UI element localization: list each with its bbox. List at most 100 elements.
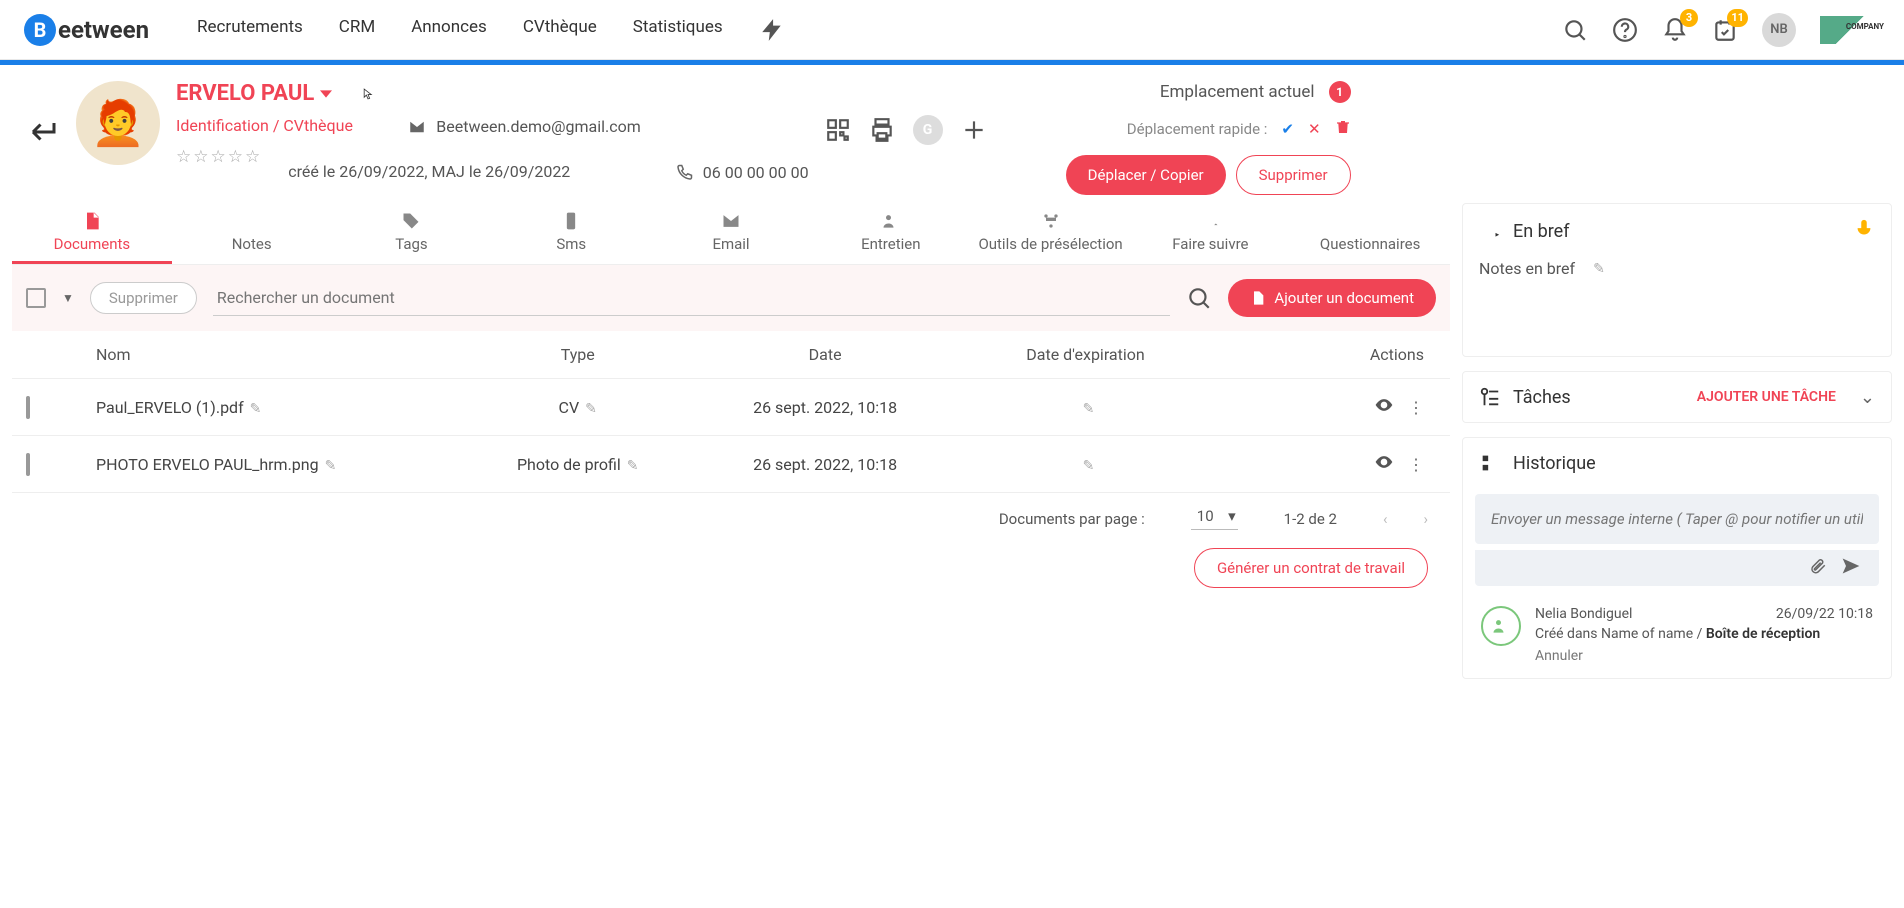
candidate-name-text: ERVELO PAUL: [176, 81, 314, 106]
qr-icon[interactable]: [825, 117, 851, 143]
tab-email[interactable]: Email: [651, 203, 811, 264]
edit-icon[interactable]: ✎: [627, 458, 639, 474]
th-exp[interactable]: Date d'expiration: [955, 345, 1215, 364]
candidate-email[interactable]: Beetween.demo@gmail.com: [436, 117, 641, 136]
check-icon[interactable]: ✔: [1281, 120, 1294, 138]
candidate-name[interactable]: ERVELO PAUL: [176, 81, 374, 106]
th-type[interactable]: Type: [461, 345, 695, 364]
tab-preselection[interactable]: Outils de présélection: [971, 203, 1131, 264]
tasks-icon: [1479, 386, 1501, 408]
add-document-button[interactable]: Ajouter un document: [1228, 279, 1436, 317]
task-icon[interactable]: 11: [1712, 17, 1738, 43]
tab-questionnaires[interactable]: Questionnaires: [1290, 203, 1450, 264]
candidate-header: 🧑‍🦰 ERVELO PAUL Identification / CVthèqu…: [12, 65, 1892, 199]
tabs: Documents Notes Tags Sms Email Entretien…: [12, 203, 1450, 265]
mic-icon[interactable]: [1853, 218, 1875, 245]
tab-documents[interactable]: Documents: [12, 203, 172, 264]
edit-icon[interactable]: ✎: [1083, 401, 1095, 417]
history-card: Historique Nelia Bondiguel 26/09/22 10:18…: [1462, 437, 1892, 679]
brand-text: eetween: [58, 16, 149, 44]
edit-icon[interactable]: ✎: [250, 401, 262, 417]
internal-message-input[interactable]: [1475, 494, 1879, 544]
edit-icon[interactable]: ✎: [1083, 458, 1095, 474]
trash-icon[interactable]: [1335, 119, 1351, 139]
send-icon[interactable]: [1841, 556, 1861, 580]
bolt-icon[interactable]: [759, 17, 785, 43]
search-input[interactable]: [213, 280, 1171, 316]
history-title: Historique: [1513, 453, 1596, 474]
next-page[interactable]: ›: [1423, 510, 1428, 528]
more-icon[interactable]: ⋮: [1408, 398, 1424, 417]
th-date[interactable]: Date: [695, 345, 955, 364]
edit-icon[interactable]: ✎: [1593, 261, 1605, 277]
print-icon[interactable]: [869, 117, 895, 143]
back-icon[interactable]: [24, 111, 60, 147]
logo[interactable]: B eetween: [24, 14, 149, 46]
help-icon[interactable]: [1612, 17, 1638, 43]
nav-cvtheque[interactable]: CVthèque: [523, 17, 597, 43]
tab-sms[interactable]: Sms: [491, 203, 651, 264]
candidate-created: créé le 26/09/2022, MAJ le 26/09/2022: [288, 162, 570, 181]
generate-contract-button[interactable]: Générer un contrat de travail: [1194, 548, 1428, 588]
page-range: 1-2 de 2: [1284, 510, 1337, 528]
file-name[interactable]: PHOTO ERVELO PAUL_hrm.png: [96, 455, 319, 474]
documents-toolbar: ▼ Supprimer Ajouter un document: [12, 265, 1450, 331]
pagination: Documents par page : 10 1-2 de 2 ‹›: [12, 493, 1450, 544]
source-link[interactable]: Identification / CVthèque: [176, 116, 374, 135]
attach-icon[interactable]: [1809, 557, 1827, 579]
company-logo[interactable]: [1820, 16, 1880, 44]
candidate-phone[interactable]: 06 00 00 00 00: [703, 163, 809, 182]
nav-statistiques[interactable]: Statistiques: [633, 17, 723, 43]
brief-icon: [1479, 221, 1501, 243]
placement-label: Emplacement actuel: [1160, 82, 1315, 102]
add-doc-icon: [1250, 290, 1266, 306]
tasks-title: Tâches: [1513, 387, 1571, 408]
tab-entretien[interactable]: Entretien: [811, 203, 971, 264]
delete-selected-button[interactable]: Supprimer: [90, 282, 197, 314]
more-icon[interactable]: ⋮: [1408, 455, 1424, 474]
x-icon[interactable]: ✕: [1308, 120, 1321, 138]
brief-title: En bref: [1513, 221, 1569, 242]
edit-icon[interactable]: ✎: [325, 458, 337, 474]
select-all-checkbox[interactable]: [26, 288, 46, 308]
delete-button[interactable]: Supprimer: [1236, 155, 1351, 195]
add-task-button[interactable]: AJOUTER UNE TÂCHE: [1697, 389, 1836, 405]
prev-page[interactable]: ‹: [1383, 510, 1388, 528]
nav-annonces[interactable]: Annonces: [411, 17, 487, 43]
row-checkbox[interactable]: [26, 453, 30, 476]
plus-icon[interactable]: [961, 117, 987, 143]
tab-notes[interactable]: Notes: [172, 203, 332, 264]
chevron-down-icon[interactable]: ▼: [62, 291, 74, 305]
bell-icon[interactable]: 3: [1662, 17, 1688, 43]
main-nav: Recrutements CRM Annonces CVthèque Stati…: [197, 17, 1546, 43]
g-icon[interactable]: G: [913, 115, 943, 145]
cancel-link[interactable]: Annuler: [1535, 648, 1873, 664]
move-copy-button[interactable]: Déplacer / Copier: [1066, 155, 1226, 195]
file-name[interactable]: Paul_ERVELO (1).pdf: [96, 398, 244, 417]
history-author: Nelia Bondiguel: [1535, 606, 1632, 622]
placement-panel: Emplacement actuel 1 Déplacement rapide …: [1051, 81, 1351, 195]
download-icon[interactable]: [1342, 396, 1360, 418]
phone-icon: [675, 164, 693, 182]
search-icon[interactable]: [1186, 285, 1212, 311]
eye-icon[interactable]: [1374, 395, 1394, 419]
edit-icon[interactable]: ✎: [585, 401, 597, 417]
nav-crm[interactable]: CRM: [339, 17, 375, 43]
history-icon: [1479, 452, 1501, 474]
eye-icon[interactable]: [1374, 452, 1394, 476]
page-size-select[interactable]: 10: [1191, 507, 1238, 530]
search-icon[interactable]: [1562, 17, 1588, 43]
user-avatar[interactable]: NB: [1762, 13, 1796, 47]
th-name[interactable]: Nom: [96, 345, 461, 364]
right-pane: En bref Notes en bref ✎ Tâches AJOUTER U…: [1462, 203, 1892, 679]
logo-b-icon: B: [24, 14, 56, 46]
chevron-down-icon: [320, 88, 332, 100]
tab-tags[interactable]: Tags: [332, 203, 492, 264]
row-checkbox[interactable]: [26, 396, 30, 419]
nav-recrutements[interactable]: Recrutements: [197, 17, 303, 43]
history-time: 26/09/22 10:18: [1776, 606, 1873, 622]
candidate-avatar[interactable]: 🧑‍🦰: [76, 81, 160, 165]
tab-forward[interactable]: Faire suivre: [1130, 203, 1290, 264]
chevron-down-icon[interactable]: ⌄: [1860, 387, 1875, 408]
download-icon[interactable]: [1342, 453, 1360, 475]
